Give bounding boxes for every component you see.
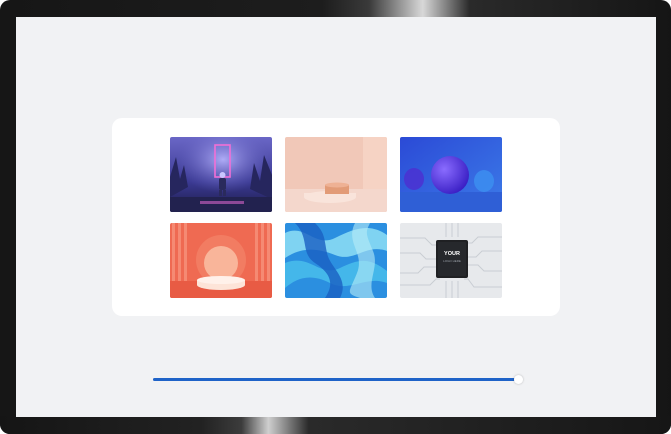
peach-podium-image [285,137,387,212]
chip-title: YOUR [444,251,460,257]
progress-knob[interactable] [514,375,523,384]
gallery-panel: YOUR LOGO HERE [112,118,560,316]
thumbnail-blue-fluid[interactable] [285,223,387,298]
blue-fluid-marble-image [285,223,387,298]
screen: YOUR LOGO HERE [16,17,656,417]
blue-spheres-image [400,137,502,212]
thumbnail-peach-podium[interactable] [285,137,387,212]
thumbnail-blue-spheres[interactable] [400,137,502,212]
chip-subtitle: LOGO HERE [443,259,461,263]
thumbnail-neon-portal[interactable] [170,137,272,212]
microchip-circuit-image: YOUR LOGO HERE [400,223,502,298]
thumbnail-coral-arch[interactable] [170,223,272,298]
progress-slider[interactable] [153,375,523,384]
thumbnail-microchip[interactable]: YOUR LOGO HERE [400,223,502,298]
progress-fill [153,378,515,381]
neon-portal-astronaut-image [170,137,272,212]
coral-arch-podium-image [170,223,272,298]
thumbnail-grid: YOUR LOGO HERE [170,137,502,298]
device-frame: YOUR LOGO HERE [0,0,671,434]
